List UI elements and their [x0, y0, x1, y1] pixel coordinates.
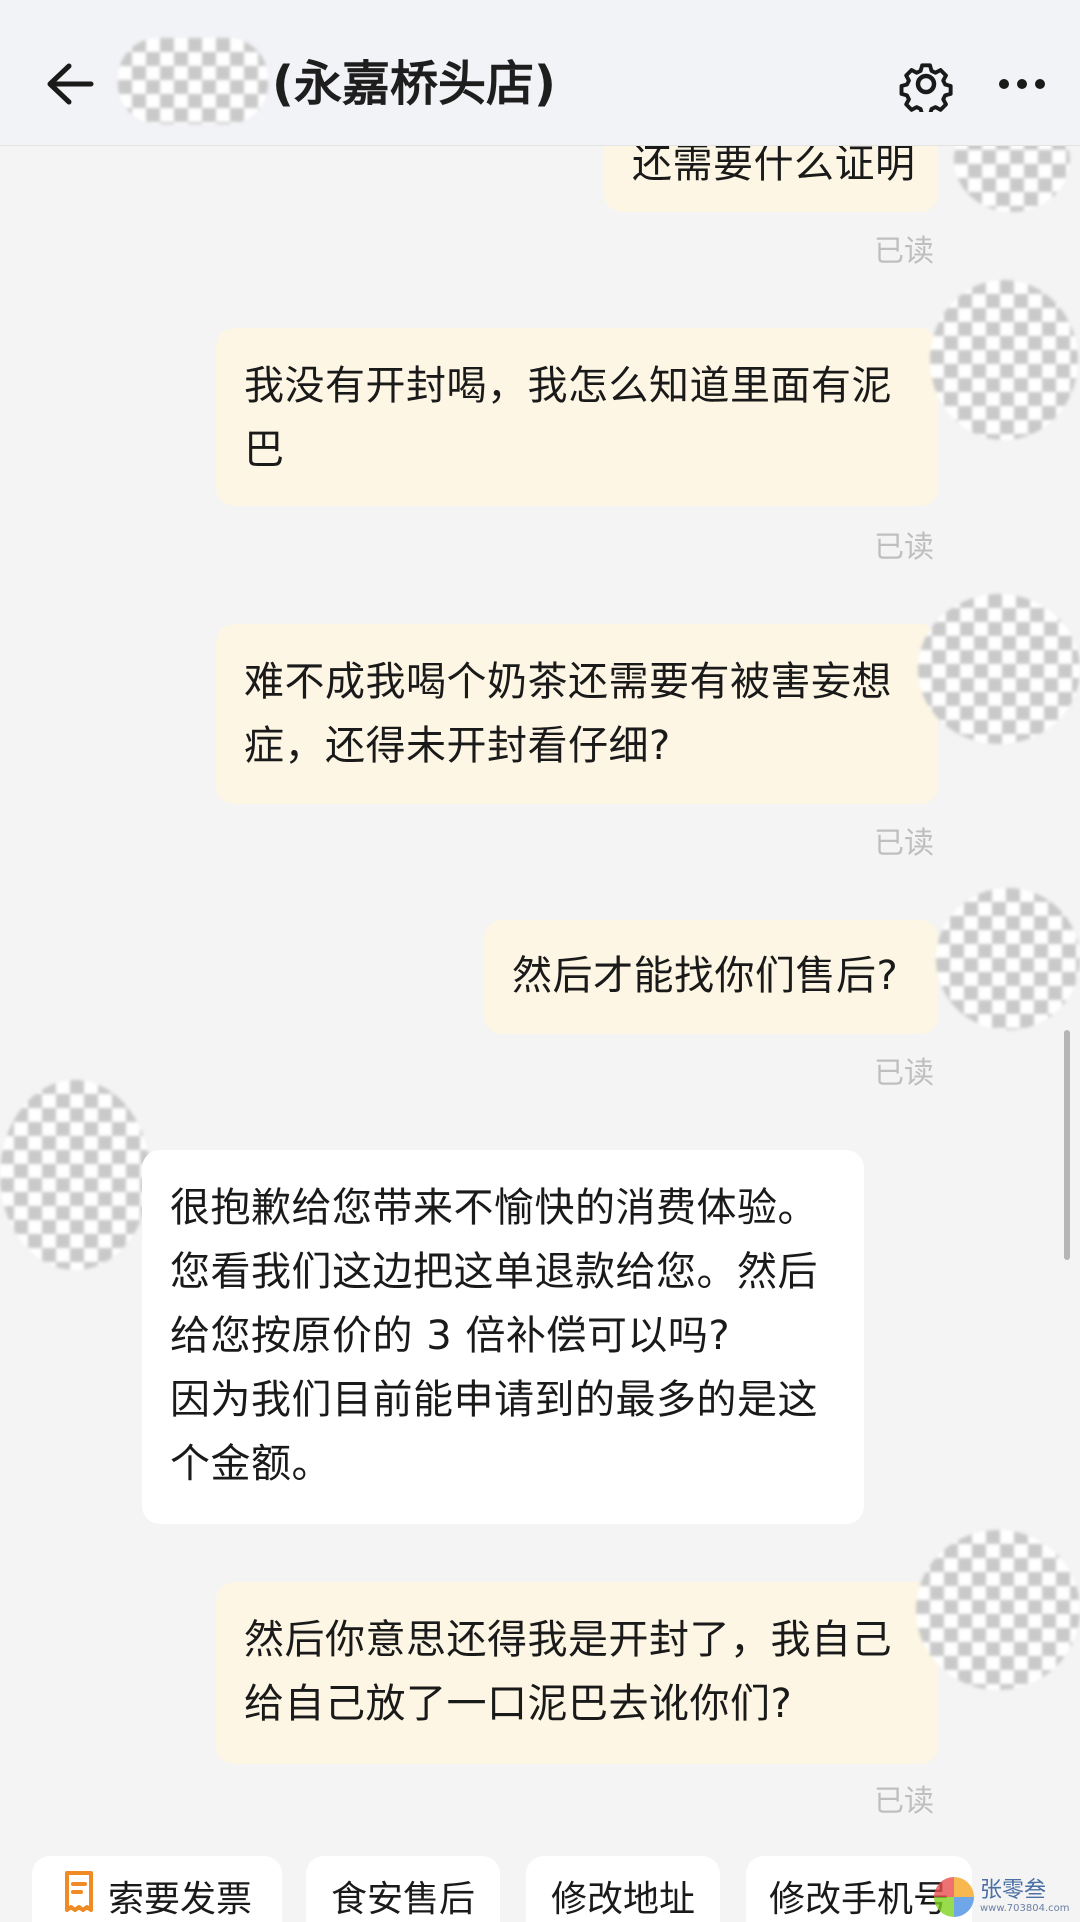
store-avatar[interactable]: [0, 1080, 150, 1270]
user-avatar[interactable]: [916, 1530, 1080, 1690]
watermark-name: 张零叁: [980, 1878, 1047, 1903]
user-avatar[interactable]: [918, 594, 1080, 744]
message-line: 您看我们这边把这单退款给您。然后: [170, 1249, 818, 1295]
watermark-url: www.703804.com: [980, 1903, 1070, 1914]
message-line: 巴: [244, 427, 285, 473]
read-status: 已读: [874, 1056, 934, 1091]
message-line: 给您按原价的 3 倍补偿可以吗?: [170, 1313, 731, 1359]
read-status: 已读: [874, 826, 934, 861]
chat-area: 还需要什么证明 已读 我没有开封喝，我怎么知道里面有泥 巴 已读 难不成我喝个奶…: [0, 0, 1080, 1922]
back-arrow-icon: [47, 63, 94, 105]
watermark-logo-icon: [934, 1877, 974, 1917]
receipt-icon: [62, 1870, 96, 1914]
read-status: 已读: [874, 530, 934, 565]
message-bubble-outgoing[interactable]: 我没有开封喝，我怎么知道里面有泥 巴: [216, 328, 938, 506]
quick-action-bar: 索要发票 食安售后 修改地址 修改手机号: [0, 1850, 1080, 1922]
message-line: 给自己放了一口泥巴去讹你们?: [244, 1681, 793, 1727]
message-line: 症，还得未开封看仔细?: [244, 723, 671, 769]
user-avatar[interactable]: [930, 280, 1078, 440]
read-status: 已读: [874, 1784, 934, 1819]
quick-action-label: 食安售后: [330, 1879, 475, 1920]
food-safety-aftersales-button[interactable]: 食安售后: [306, 1856, 500, 1922]
message-bubble-outgoing[interactable]: 然后才能找你们售后?: [484, 920, 938, 1034]
message-line: 因为我们目前能申请到的最多的是这: [170, 1377, 818, 1423]
message-bubble-outgoing[interactable]: 难不成我喝个奶茶还需要有被害妄想 症，还得未开封看仔细?: [216, 624, 938, 804]
back-button[interactable]: [38, 48, 102, 120]
settings-button[interactable]: [892, 48, 960, 120]
user-avatar[interactable]: [936, 888, 1080, 1030]
message-bubble-incoming[interactable]: 很抱歉给您带来不愉快的消费体验。 您看我们这边把这单退款给您。然后 给您按原价的…: [142, 1150, 864, 1524]
message-bubble-outgoing[interactable]: 然后你意思还得我是开封了，我自己 给自己放了一口泥巴去讹你们?: [216, 1582, 938, 1764]
more-icon: [999, 79, 1045, 89]
quick-action-label: 修改手机号: [768, 1879, 949, 1920]
page-title: (永嘉桥头店): [272, 56, 556, 112]
more-options-button[interactable]: [990, 48, 1054, 120]
top-bar: (永嘉桥头店): [0, 0, 1080, 146]
message-line: 我没有开封喝，我怎么知道里面有泥: [244, 363, 892, 409]
gear-icon: [899, 63, 953, 112]
scrollbar[interactable]: [1064, 1030, 1070, 1260]
message-line: 很抱歉给您带来不愉快的消费体验。: [170, 1185, 818, 1231]
message-line: 个金额。: [170, 1441, 332, 1487]
message-line: 难不成我喝个奶茶还需要有被害妄想: [244, 659, 892, 705]
store-name-mask: [118, 38, 268, 124]
quick-action-label: 修改地址: [550, 1879, 695, 1920]
modify-address-button[interactable]: 修改地址: [526, 1856, 720, 1922]
message-line: 然后才能找你们售后?: [512, 953, 899, 999]
read-status: 已读: [874, 234, 934, 269]
request-invoice-button[interactable]: 索要发票: [32, 1856, 282, 1922]
watermark: 张零叁 www.703804.com: [934, 1872, 1080, 1922]
quick-action-label: 索要发票: [107, 1879, 252, 1920]
message-line: 然后你意思还得我是开封了，我自己: [244, 1617, 892, 1663]
